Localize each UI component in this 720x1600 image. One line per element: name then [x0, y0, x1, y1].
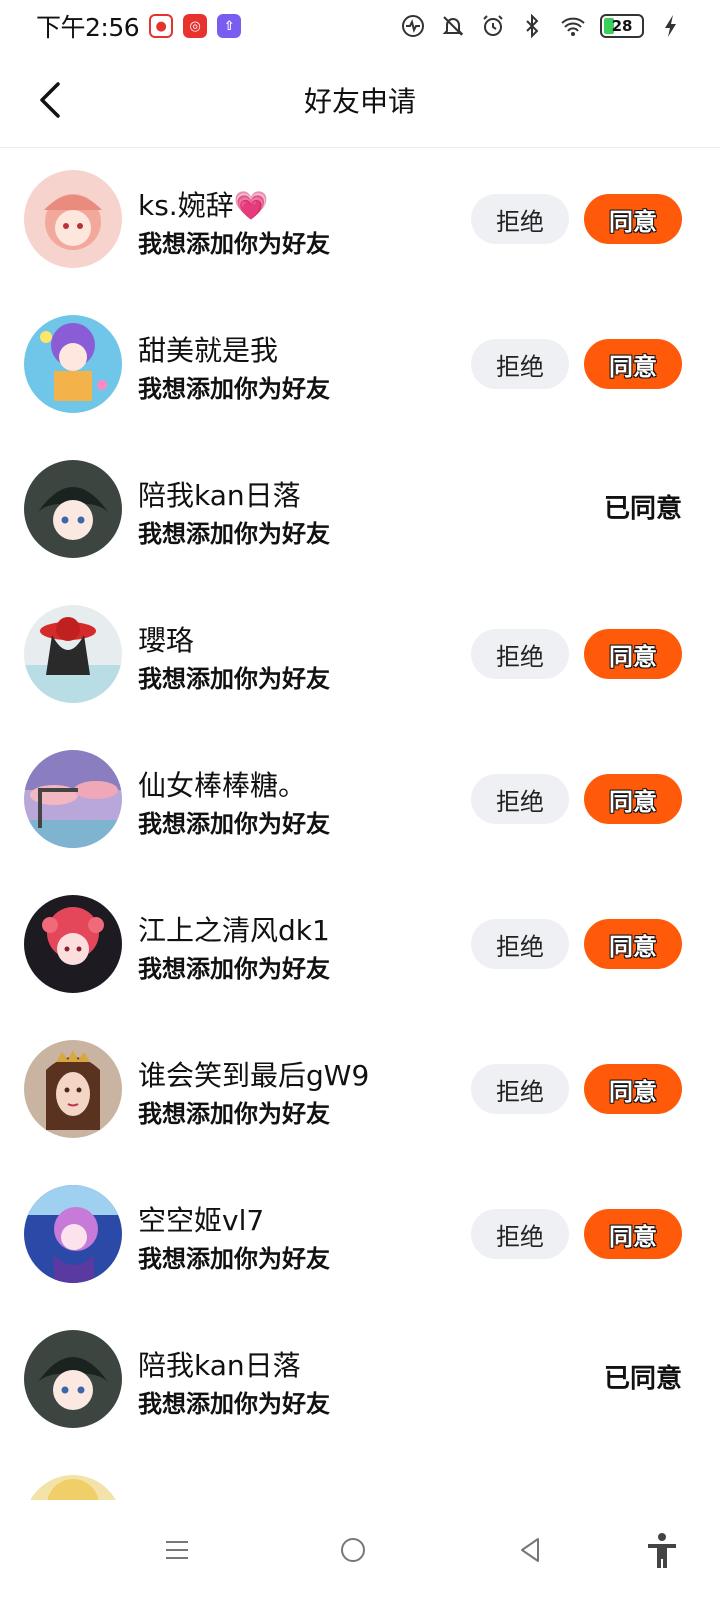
request-name: 陪我kan日落	[138, 479, 301, 512]
status-bar-left: 下午2:56 ● ◎ ⇧	[36, 8, 242, 44]
accept-button[interactable]: 同意	[584, 194, 682, 244]
request-message: 我想添加你为好友	[138, 375, 330, 403]
list-item: 仙女棒棒糖。 我想添加你为好友 拒绝 同意	[0, 728, 720, 873]
avatar[interactable]	[24, 1475, 122, 1500]
request-message: 我想添加你为好友	[138, 1100, 330, 1128]
request-message: 我想添加你为好友	[138, 1390, 330, 1418]
request-name: 甜美就是我	[138, 334, 279, 367]
avatar[interactable]	[24, 605, 122, 703]
list-item: 瓔珞 我想添加你为好友 拒绝 同意	[0, 583, 720, 728]
home-icon[interactable]	[333, 1530, 373, 1570]
request-name: 瓔珞	[138, 624, 195, 657]
request-name: 江上之清风dk1	[138, 914, 330, 947]
reject-button[interactable]: 拒绝	[471, 194, 569, 244]
request-message: 我想添加你为好友	[138, 520, 330, 548]
reject-button[interactable]: 拒绝	[471, 919, 569, 969]
menu-icon[interactable]	[157, 1530, 197, 1570]
request-name: ks.婉辞💗	[138, 189, 269, 222]
page-title: 好友申请	[303, 84, 416, 118]
accepted-label: 已同意	[603, 1364, 682, 1394]
battery-level: 28	[611, 17, 633, 35]
avatar[interactable]	[24, 170, 122, 268]
battery-icon: 28	[600, 14, 644, 38]
list-item: 陪我kan日落 我想添加你为好友 已同意	[0, 1308, 720, 1453]
status-time: 下午2:56	[36, 13, 140, 42]
avatar[interactable]	[24, 315, 122, 413]
accept-button[interactable]: 同意	[584, 774, 682, 824]
list-item: 江上之清风dk1 我想添加你为好友 拒绝 同意	[0, 873, 720, 1018]
list-item: 甜美就是我 我想添加你为好友 拒绝 同意	[0, 293, 720, 438]
accept-button[interactable]: 同意	[584, 629, 682, 679]
top-app-bar: 好友申请	[0, 52, 720, 148]
request-name: 谁会笑到最后gW9	[138, 1059, 370, 1092]
app-icon-target: ◎	[183, 14, 208, 38]
accessibility-icon[interactable]	[642, 1530, 682, 1570]
request-message: 我想添加你为好友	[138, 1245, 330, 1273]
status-bar-right: 28	[400, 13, 684, 39]
accept-button[interactable]: 同意	[584, 1064, 682, 1114]
list-item: 陪我kan日落 我想添加你为好友 已同意	[0, 438, 720, 583]
request-message: 我想添加你为好友	[138, 955, 330, 983]
bluetooth-icon	[520, 13, 546, 39]
request-name: 陪我kan日落	[138, 1349, 301, 1382]
accept-button[interactable]: 同意	[584, 1209, 682, 1259]
accept-button[interactable]: 同意	[584, 919, 682, 969]
avatar[interactable]	[24, 895, 122, 993]
wifi-icon	[560, 13, 586, 39]
status-bar: 下午2:56 ● ◎ ⇧ 28	[0, 0, 720, 52]
chevron-left-icon	[40, 82, 60, 118]
friend-request-list[interactable]: ks.婉辞💗 我想添加你为好友 拒绝 同意 甜美就是我 我想添加你为好友 拒绝 …	[0, 148, 720, 1500]
back-icon[interactable]	[510, 1530, 550, 1570]
alarm-icon	[480, 13, 506, 39]
app-icon-purple: ⇧	[217, 14, 242, 38]
avatar[interactable]	[24, 1330, 122, 1428]
reject-button[interactable]: 拒绝	[471, 339, 569, 389]
accepted-label: 已同意	[603, 494, 682, 524]
heart-emoji: 💗	[233, 189, 269, 222]
request-message: 我想添加你为好友	[138, 665, 330, 693]
charging-icon	[658, 13, 684, 39]
activity-icon	[400, 13, 426, 39]
list-item: ks.婉辞💗 我想添加你为好友 拒绝 同意	[0, 148, 720, 293]
system-nav-bar	[0, 1500, 720, 1600]
request-message: 我想添加你为好友	[138, 810, 330, 838]
list-item: 谁会笑到最后gW9 我想添加你为好友 拒绝 同意	[0, 1018, 720, 1163]
avatar[interactable]	[24, 750, 122, 848]
reject-button[interactable]: 拒绝	[471, 1209, 569, 1259]
reject-button[interactable]: 拒绝	[471, 1064, 569, 1114]
request-message: 我想添加你为好友	[138, 230, 330, 258]
list-item-partial	[0, 1453, 720, 1500]
request-name: 仙女棒棒糖。	[138, 769, 307, 802]
avatar[interactable]	[24, 1040, 122, 1138]
avatar[interactable]	[24, 460, 122, 558]
app-icon-red: ●	[149, 14, 174, 38]
reject-button[interactable]: 拒绝	[471, 629, 569, 679]
accept-button[interactable]: 同意	[584, 339, 682, 389]
back-button[interactable]	[28, 78, 72, 122]
list-item: 空空姬vl7 我想添加你为好友 拒绝 同意	[0, 1163, 720, 1308]
avatar[interactable]	[24, 1185, 122, 1283]
request-name: 空空姬vl7	[138, 1204, 265, 1237]
reject-button[interactable]: 拒绝	[471, 774, 569, 824]
mute-icon	[440, 13, 466, 39]
